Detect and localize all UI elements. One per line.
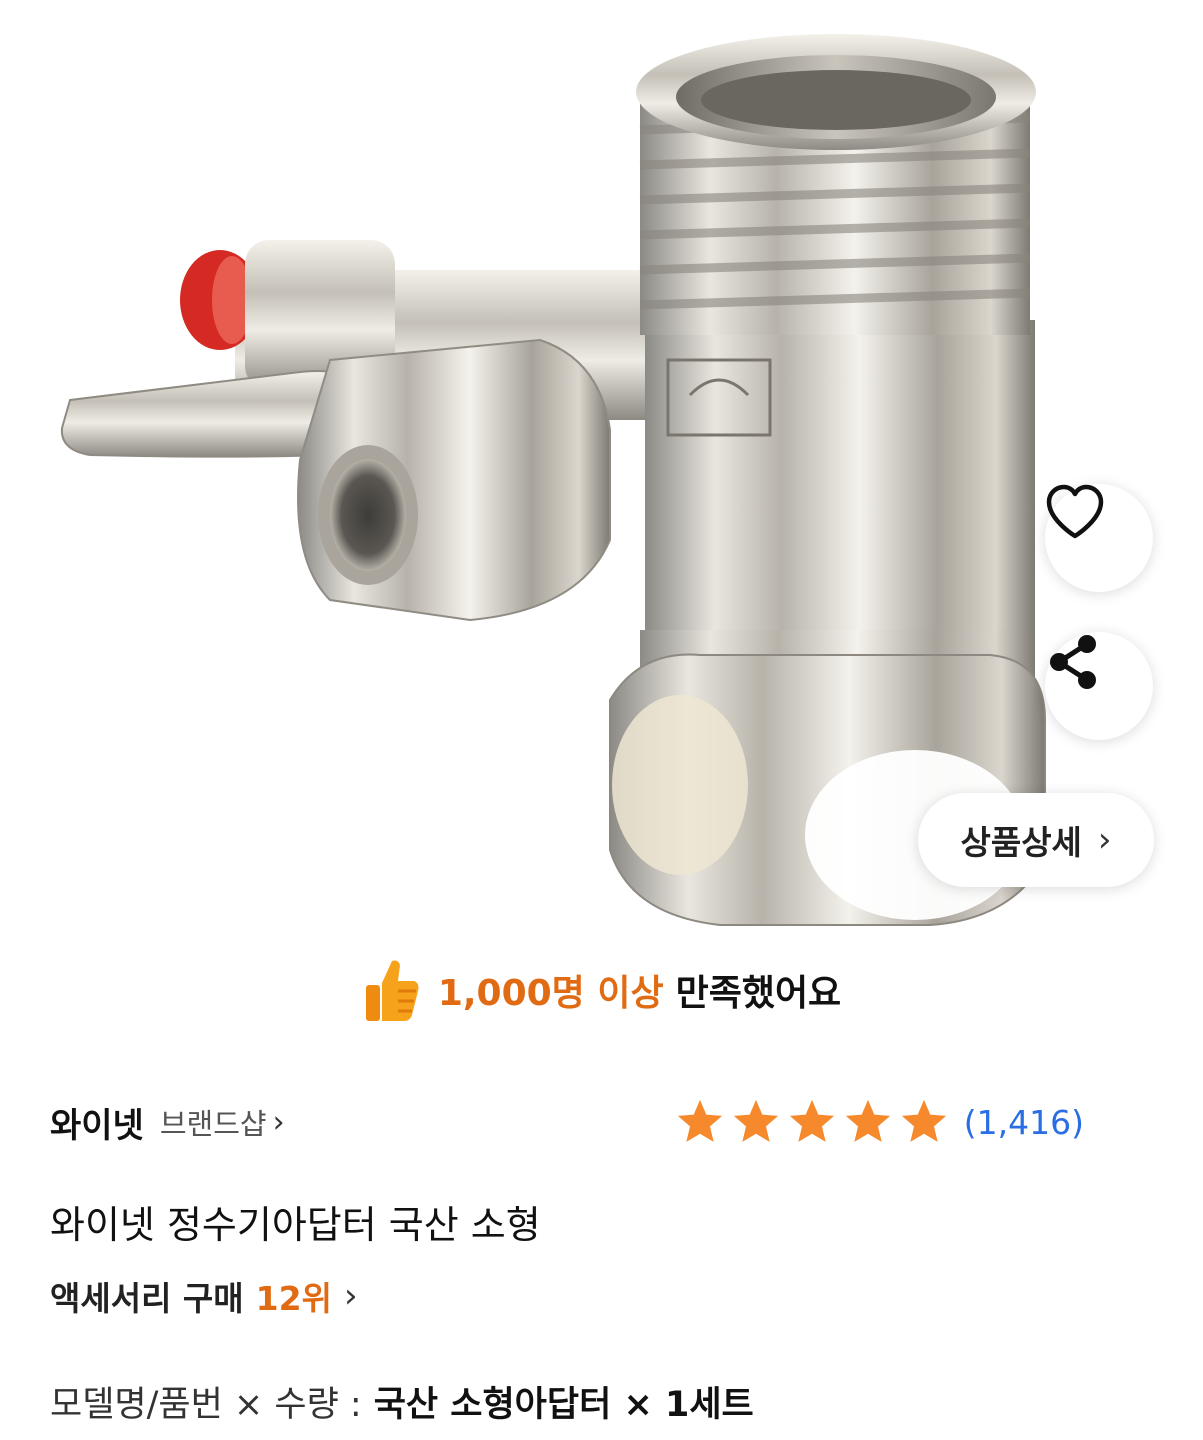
thumbs-up-icon xyxy=(365,960,419,1021)
heart-icon xyxy=(1046,484,1104,539)
review-count[interactable]: (1,416) xyxy=(964,1103,1084,1142)
star-icon xyxy=(733,1099,778,1142)
ranking-number: 12위 xyxy=(255,1279,332,1318)
chevron-right-icon: › xyxy=(1097,820,1112,860)
brand-row: 와이넷 브랜드샵 › (1,416) xyxy=(50,1090,1150,1154)
product-detail-label: 상품상세 xyxy=(960,823,1082,862)
star-icon xyxy=(901,1099,946,1142)
star-icon xyxy=(677,1099,722,1142)
brand-shop-link[interactable]: 브랜드샵 › xyxy=(160,1101,285,1143)
satisfaction-text: 만족했어요 xyxy=(675,973,842,1014)
option-value: 국산 소형아답터 × 1세트 xyxy=(373,1385,754,1425)
category-ranking-link[interactable]: 액세서리 구매 12위 › xyxy=(50,1272,358,1320)
share-icon xyxy=(1050,635,1096,689)
star-icon xyxy=(789,1099,834,1142)
brand-shop-label: 브랜드샵 xyxy=(159,1107,267,1141)
wishlist-button[interactable] xyxy=(1045,484,1153,592)
satisfaction-banner: 1,000명 이상 만족했어요 xyxy=(0,952,1203,1028)
chevron-right-icon: › xyxy=(272,1104,285,1140)
share-button[interactable] xyxy=(1045,632,1153,740)
chevron-right-icon: › xyxy=(343,1276,358,1316)
product-title: 와이넷 정수기아답터 국산 소형 xyxy=(50,1203,541,1247)
product-image[interactable]: 상품상세 › xyxy=(0,0,1203,940)
product-detail-button[interactable]: 상품상세 › xyxy=(918,793,1154,887)
ranking-category: 액세서리 구매 xyxy=(50,1279,244,1318)
rating[interactable]: (1,416) xyxy=(674,1090,1084,1154)
satisfaction-count: 1,000명 이상 xyxy=(437,973,664,1014)
brand-name[interactable]: 와이넷 xyxy=(50,1098,144,1147)
star-icon xyxy=(845,1099,890,1142)
option-label: 모델명/품번 × 수량 : xyxy=(50,1385,362,1425)
selected-option[interactable]: 모델명/품번 × 수량 : 국산 소형아답터 × 1세트 xyxy=(50,1376,754,1427)
